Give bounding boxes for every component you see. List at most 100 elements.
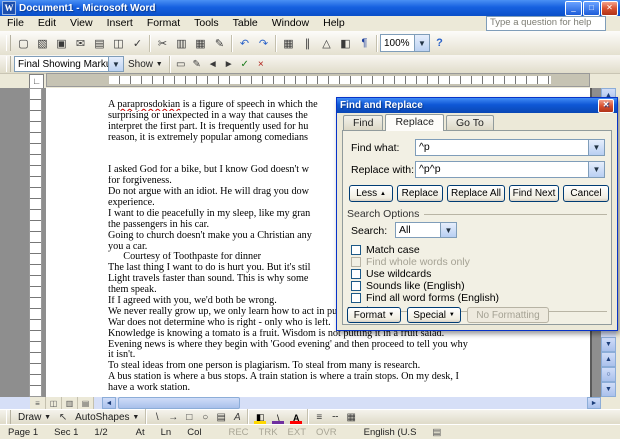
replace-with-input[interactable]: ^p^p ▼ [415,161,605,178]
menu-item[interactable]: Tools [187,16,226,31]
accept-change-icon[interactable]: ✓ [237,57,253,72]
search-direction-select[interactable]: All ▼ [395,222,457,238]
track-changes-icon[interactable]: ✎ [189,57,205,72]
find-next-button[interactable]: Find Next [509,185,559,202]
status-flag[interactable]: REC [223,427,253,438]
maximize-button[interactable]: □ [583,1,600,16]
cut-icon[interactable]: ✂ [153,34,172,53]
checkbox-icon[interactable] [351,269,361,279]
use-wildcards-checkbox[interactable]: Use wildcards [351,268,431,280]
menu-item[interactable]: Help [316,16,352,31]
menu-item[interactable]: View [63,16,100,31]
help-icon[interactable]: ? [430,34,449,53]
open-icon[interactable]: ▧ [33,34,52,53]
vertical-ruler[interactable] [29,88,42,397]
chevron-down-icon[interactable]: ▼ [588,162,604,177]
dialog-close-icon[interactable]: ✕ [598,99,614,113]
dash-style-icon[interactable]: ╌ [327,411,343,425]
previous-change-icon[interactable]: ◄ [205,57,221,72]
checkbox-icon[interactable] [351,245,361,255]
checkbox-icon[interactable] [351,293,361,303]
checkbox-icon[interactable] [351,281,361,291]
shadow-style-icon[interactable]: ▦ [343,411,359,425]
chevron-down-icon[interactable]: ▼ [108,57,123,71]
scroll-left-icon[interactable]: ◄ [102,397,116,409]
cancel-button[interactable]: Cancel [563,185,609,202]
new-document-icon[interactable]: ▢ [14,34,33,53]
arrow-shape-icon[interactable]: → [165,411,181,425]
next-page-icon[interactable]: ▼ [601,382,616,397]
text-box-icon[interactable]: ▤ [213,411,229,425]
menu-item[interactable]: Insert [100,16,140,31]
scroll-right-icon[interactable]: ► [587,397,601,409]
rectangle-shape-icon[interactable]: □ [181,411,197,425]
toolbar-grip[interactable] [6,56,11,72]
save-icon[interactable]: ▣ [52,34,71,53]
show-hide-icon[interactable]: ¶ [355,34,374,53]
close-button[interactable]: ✕ [601,1,618,16]
status-flag[interactable]: OVR [311,427,342,438]
display-for-review-select[interactable]: Final Showing Markup ▼ [14,56,124,72]
sounds-like-checkbox[interactable]: Sounds like (English) [351,280,465,292]
scroll-down-icon[interactable]: ▼ [601,337,616,352]
less-button[interactable]: Less ▲ [349,185,393,202]
reject-change-icon[interactable]: × [253,57,269,72]
wordart-icon[interactable]: A [229,411,245,425]
paste-icon[interactable]: ▦ [191,34,210,53]
horizontal-ruler[interactable] [46,73,590,87]
insert-table-icon[interactable]: ▦ [279,34,298,53]
next-change-icon[interactable]: ► [221,57,237,72]
previous-page-icon[interactable]: ▲ [601,352,616,367]
ask-question-input[interactable]: Type a question for help [486,16,606,31]
web-layout-view-icon[interactable]: ◫ [46,397,62,409]
menu-item[interactable]: Edit [31,16,63,31]
horizontal-scrollbar[interactable]: ≡ ◫ ▥ ▤ ◄ ► [0,397,601,409]
line-style-icon[interactable]: ≡ [311,411,327,425]
fill-color-icon[interactable]: ◧ [251,411,269,425]
tab-find[interactable]: Find [343,115,383,130]
find-what-input[interactable]: ^p ▼ [415,139,605,156]
outline-view-icon[interactable]: ▤ [78,397,94,409]
status-flag[interactable]: TRK [254,427,283,438]
copy-icon[interactable]: ▥ [172,34,191,53]
select-browse-object-icon[interactable]: ○ [601,367,616,382]
line-shape-icon[interactable]: \ [149,411,165,425]
spelling-icon[interactable]: ✓ [128,34,147,53]
line-color-icon[interactable]: \ [269,411,287,425]
zoom-select[interactable]: 100% ▼ [380,34,430,52]
menu-item[interactable]: Window [265,16,316,31]
undo-icon[interactable]: ↶ [235,34,254,53]
chevron-down-icon[interactable]: ▼ [440,223,456,237]
status-flag[interactable]: EXT [283,427,311,438]
toolbar-grip[interactable] [6,35,11,51]
menu-item[interactable]: Table [226,16,265,31]
oval-shape-icon[interactable]: ○ [197,411,213,425]
special-button[interactable]: Special ▼ [407,307,461,323]
drawing-icon[interactable]: △ [317,34,336,53]
tab-stop-selector[interactable]: ∟ [29,74,44,89]
menu-item[interactable]: Format [140,16,187,31]
format-button[interactable]: Format ▼ [347,307,401,323]
minimize-button[interactable]: _ [565,1,582,16]
print-icon[interactable]: ▤ [90,34,109,53]
email-icon[interactable]: ✉ [71,34,90,53]
redo-icon[interactable]: ↷ [254,34,273,53]
print-layout-view-icon[interactable]: ▥ [62,397,78,409]
normal-view-icon[interactable]: ≡ [30,397,46,409]
format-painter-icon[interactable]: ✎ [210,34,229,53]
replace-all-button[interactable]: Replace All [447,185,505,202]
tab-go-to[interactable]: Go To [446,115,494,130]
select-objects-icon[interactable]: ↖ [55,411,71,425]
replace-button[interactable]: Replace [397,185,443,202]
chevron-down-icon[interactable]: ▼ [414,35,429,51]
font-color-icon[interactable]: A [287,411,305,425]
horizontal-scroll-thumb[interactable] [118,397,240,409]
document-map-icon[interactable]: ◧ [336,34,355,53]
menu-item[interactable]: File [0,16,31,31]
chevron-down-icon[interactable]: ▼ [588,140,604,155]
word-forms-checkbox[interactable]: Find all word forms (English) [351,292,499,304]
columns-icon[interactable]: ∥ [298,34,317,53]
show-menu-button[interactable]: Show ▼ [124,56,167,72]
match-case-checkbox[interactable]: Match case [351,244,420,256]
dialog-title-bar[interactable]: Find and Replace ✕ [337,98,617,113]
